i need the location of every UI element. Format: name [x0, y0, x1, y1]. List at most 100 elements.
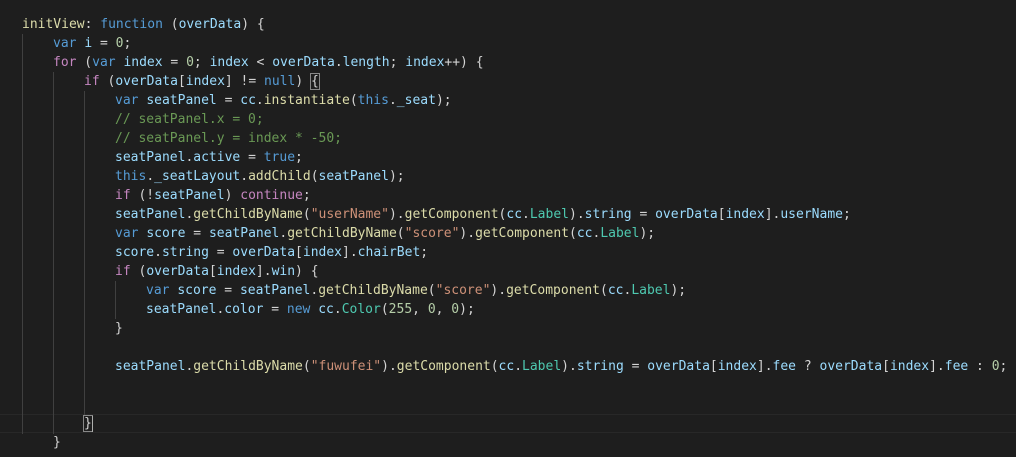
code-token: index [302, 245, 343, 260]
indent-guide [22, 34, 23, 434]
code-line[interactable]: seatPanel.color = new cc.Color(255, 0, 0… [146, 300, 475, 319]
code-token: index [185, 74, 225, 89]
code-token: [ [717, 207, 726, 222]
code-token: [ [177, 74, 186, 89]
code-token: ); [388, 169, 405, 184]
code-token: ; [193, 55, 210, 70]
code-token: fee [772, 359, 797, 374]
code-token: // seatPanel.y = index * -50; [115, 131, 342, 146]
code-token: ) { [295, 264, 319, 279]
code-token: = [240, 150, 264, 165]
code-token: overData [647, 359, 710, 374]
code-token: cc [318, 302, 334, 317]
code-token: win [271, 264, 296, 279]
code-token: string [584, 207, 632, 222]
code-token: [ [709, 359, 718, 374]
code-token: ( [130, 264, 147, 279]
code-line[interactable]: if (!seatPanel) continue; [115, 186, 311, 205]
code-token: getComponent [506, 283, 600, 298]
code-line[interactable]: seatPanel.getChildByName("fuwufei").getC… [115, 357, 1007, 376]
code-token: ( [302, 359, 311, 374]
code-token: ++) { [444, 55, 484, 70]
code-token: overData [819, 359, 883, 374]
code-token: overData [272, 55, 335, 70]
code-token: ); [639, 226, 656, 241]
code-token: = [185, 226, 209, 241]
code-token: Label [600, 226, 640, 241]
code-token: ; [999, 359, 1008, 374]
code-line[interactable]: if (overData[index].win) { [115, 262, 319, 281]
code-token: seatPanel [154, 188, 225, 203]
code-token: seatPanel [115, 150, 186, 165]
code-line[interactable]: seatPanel.getChildByName("userName").get… [115, 205, 851, 224]
code-token: . [146, 169, 155, 184]
code-token: getComponent [404, 207, 499, 222]
code-token: ]. [342, 245, 358, 260]
code-token: = [162, 55, 187, 70]
code-token: ); [670, 283, 687, 298]
code-token: overData [115, 74, 178, 89]
code-line[interactable]: seatPanel.active = true; [115, 148, 303, 167]
code-token: getChildByName [193, 207, 303, 222]
code-token: ]. [764, 207, 781, 222]
code-line[interactable]: var score = seatPanel.getChildByName("sc… [146, 281, 686, 300]
code-token: var [115, 93, 139, 108]
code-token: var [146, 283, 170, 298]
code-token: ). [388, 207, 405, 222]
code-token: seatPanel [115, 359, 186, 374]
indent-guide [53, 72, 54, 434]
code-token: initView [22, 17, 85, 32]
code-token: cc [607, 283, 624, 298]
code-token: getChildByName [318, 283, 428, 298]
code-token: index [123, 55, 163, 70]
code-line[interactable]: initView: function (overData) { [22, 15, 265, 34]
code-token: index [405, 55, 445, 70]
code-token: . [333, 302, 342, 317]
code-token: seatPanel [115, 207, 186, 222]
code-token: ; [302, 188, 311, 203]
code-line[interactable]: var score = seatPanel.getChildByName("sc… [115, 224, 655, 243]
code-line[interactable]: } [83, 414, 93, 433]
code-token: getChildByName [193, 359, 303, 374]
code-token: ; [420, 245, 429, 260]
code-token: Label [529, 207, 569, 222]
code-token: var [92, 55, 116, 70]
code-token: i [84, 36, 93, 51]
code-token: 0 [991, 359, 1000, 374]
code-token: } [53, 435, 61, 450]
code-token: cc [576, 226, 593, 241]
code-token: this [357, 93, 389, 108]
code-token: ( [380, 302, 389, 317]
code-token: [ [295, 245, 303, 260]
code-line[interactable]: if (overData[index] != null) { [84, 72, 320, 91]
code-token: = [623, 359, 648, 374]
code-line[interactable]: var i = 0; [53, 34, 131, 53]
code-token: "score" [435, 283, 491, 298]
code-token: ). [381, 359, 397, 374]
code-line[interactable]: } [115, 319, 123, 338]
code-line[interactable]: // seatPanel.x = 0; [115, 110, 264, 129]
code-token: ; [842, 207, 851, 222]
code-token: addChild [248, 169, 311, 184]
code-token: ( [349, 93, 358, 108]
code-line[interactable]: // seatPanel.y = index * -50; [115, 129, 342, 148]
code-line[interactable]: this._seatLayout.addChild(seatPanel); [115, 167, 405, 186]
code-line[interactable]: } [53, 433, 61, 452]
code-line[interactable]: var seatPanel = cc.instantiate(this._sea… [115, 91, 452, 110]
code-token: . [522, 207, 530, 222]
code-token: Color [341, 302, 381, 317]
code-token: 255 [388, 302, 413, 317]
code-token: if [84, 74, 100, 89]
code-token: . [514, 359, 523, 374]
code-token: ( [76, 55, 93, 70]
code-token: function [100, 17, 163, 32]
code-token: ( [302, 207, 311, 222]
code-editor[interactable]: initView: function (overData) {var i = 0… [0, 0, 1016, 457]
code-token: score [177, 283, 217, 298]
code-token: _seatLayout [154, 169, 241, 184]
code-line[interactable]: for (var index = 0; index < overData.len… [53, 53, 484, 72]
code-line[interactable]: score.string = overData[index].chairBet; [115, 243, 428, 262]
code-token: active [193, 150, 241, 165]
indent-guide [115, 281, 116, 319]
code-token: : [84, 17, 101, 32]
